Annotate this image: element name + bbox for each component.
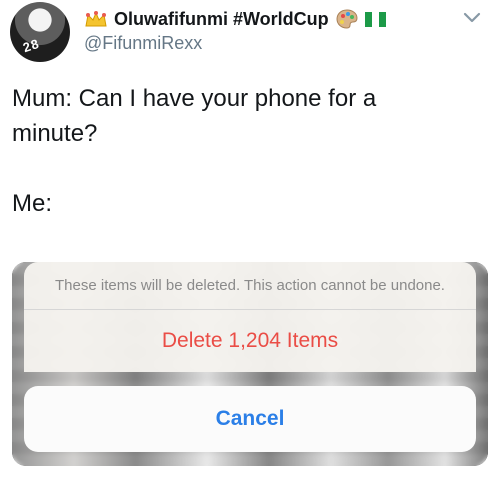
palette-icon (336, 9, 358, 29)
delete-items-button[interactable]: Delete 1,204 Items (24, 310, 476, 372)
avatar-number: 28 (21, 35, 42, 56)
tweet-image[interactable]: These items will be deleted. This action… (12, 262, 488, 466)
display-name: Oluwafifunmi #WorldCup (114, 8, 329, 29)
action-sheet-message: These items will be deleted. This action… (55, 277, 445, 294)
profile-avatar[interactable]: 28 (10, 2, 70, 62)
tweet-text: Mum: Can I have your phone for a minute?… (12, 85, 377, 217)
chevron-down-icon[interactable] (460, 8, 484, 28)
tweet-author-name[interactable]: Oluwafifunmi #WorldCup (84, 8, 386, 30)
tweet-author-handle[interactable]: @FifunmiRexx (84, 33, 202, 54)
nigeria-flag-icon (364, 11, 386, 27)
crown-icon (85, 11, 107, 27)
cancel-button[interactable]: Cancel (24, 386, 476, 452)
